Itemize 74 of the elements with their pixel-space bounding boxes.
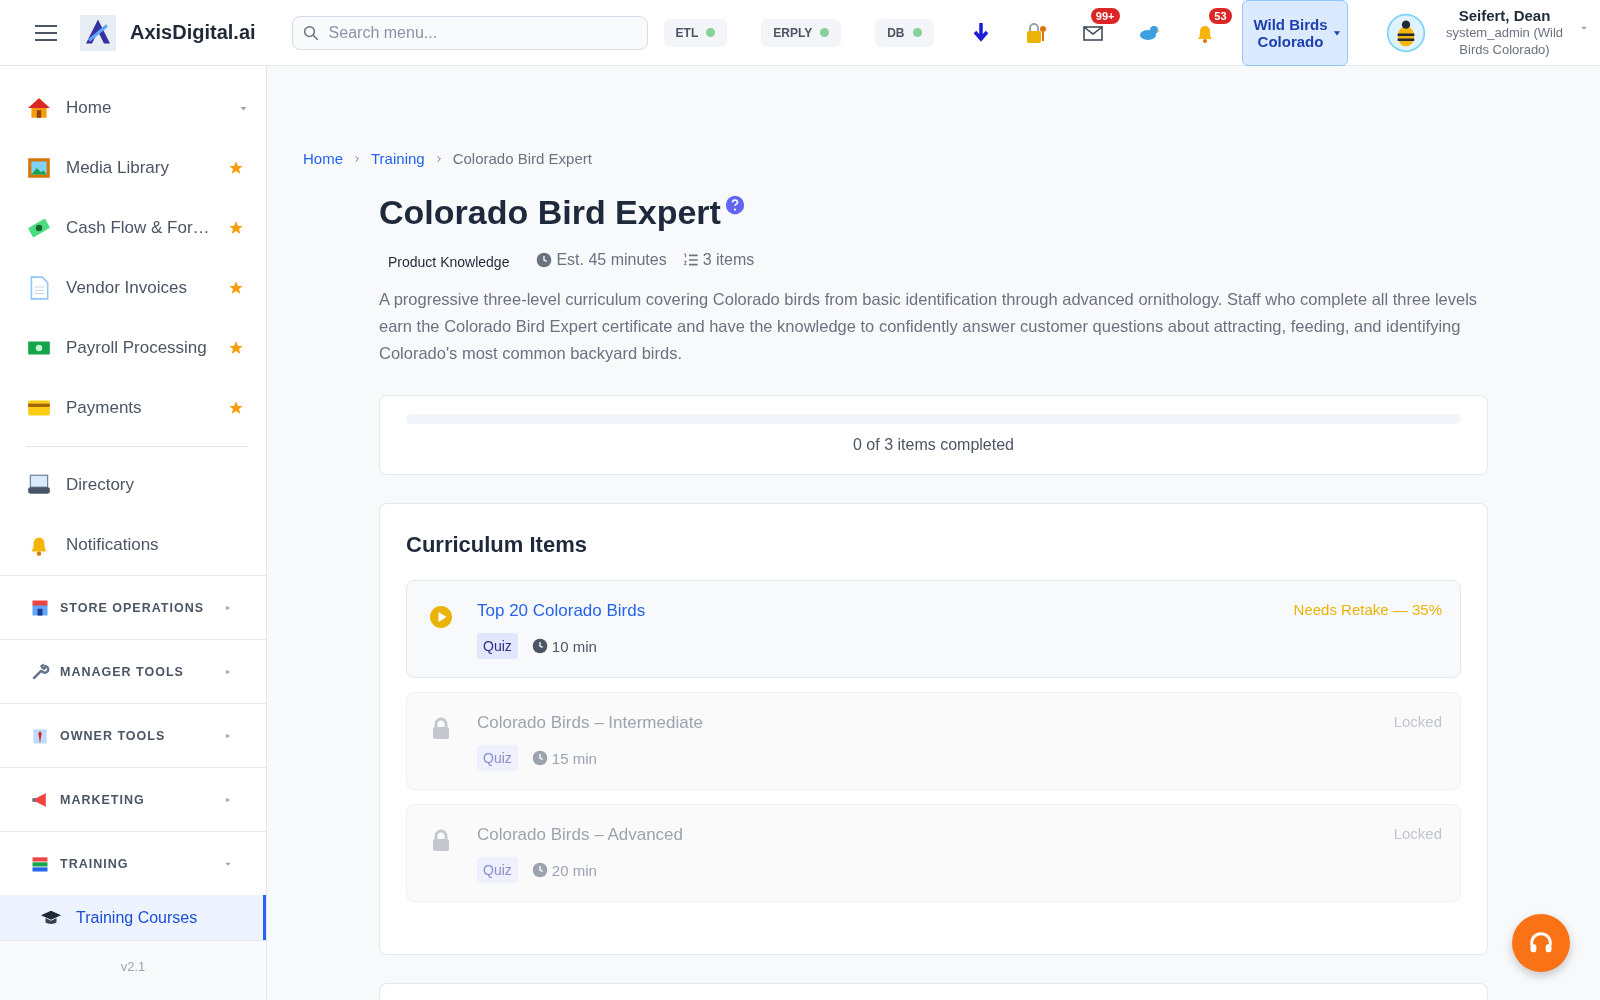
item-link[interactable]: Top 20 Colorado Birds: [477, 601, 1294, 621]
section-header[interactable]: MARKETING: [0, 767, 266, 831]
type-tag: Quiz: [477, 857, 518, 883]
sidebar-item[interactable]: Media Library: [26, 138, 248, 198]
user-role: system_admin (Wild Birds Colorado): [1445, 24, 1565, 58]
star-icon[interactable]: [228, 220, 244, 236]
sidebar-item[interactable]: Notifications: [26, 515, 248, 575]
clock-icon: [536, 252, 553, 268]
breadcrumb-current: Colorado Bird Expert: [452, 150, 592, 167]
sidebar-item[interactable]: Directory: [26, 455, 248, 515]
wrench-icon: [30, 661, 50, 682]
clock-icon: [531, 750, 548, 766]
caret-icon: [224, 603, 232, 612]
breadcrumb-link[interactable]: Training: [371, 150, 425, 167]
numbered-list-icon: [682, 252, 699, 268]
category-label: Product Knowledge: [387, 253, 511, 272]
breadcrumb-link[interactable]: Home: [303, 150, 343, 167]
caret-icon: [224, 667, 232, 676]
caret-icon: [224, 731, 232, 740]
clock-icon: [531, 862, 548, 878]
play-icon[interactable]: [429, 605, 453, 629]
caret-icon: [224, 795, 232, 804]
logo-icon: [80, 14, 116, 51]
star-icon[interactable]: [228, 340, 244, 356]
item-duration: 15 min: [551, 749, 597, 767]
item-title: Colorado Birds – Advanced: [477, 825, 685, 845]
sidebar-item[interactable]: Cash Flow & For…: [26, 198, 248, 258]
help-icon[interactable]: [724, 195, 745, 215]
star-icon[interactable]: [228, 280, 244, 296]
service-status: ETL: [663, 18, 728, 47]
progress-text: 0 of 3 items completed: [852, 436, 1015, 454]
lock-key-icon[interactable]: [1024, 20, 1049, 45]
avatar-icon[interactable]: [1385, 12, 1426, 53]
service-status: ERPLY: [761, 18, 842, 47]
section-header[interactable]: OWNER TOOLS: [0, 703, 266, 767]
service-status: DB: [875, 18, 934, 47]
search-icon: [301, 23, 320, 42]
store-selector[interactable]: Wild Birds Colorado: [1241, 0, 1348, 66]
version-label: v2.1: [120, 959, 146, 976]
clock-icon: [531, 638, 548, 654]
page-title: Colorado Bird Expert: [379, 193, 721, 232]
description: A progressive three-level curriculum covering Colorado birds from basic identification through advanced ornithology. Staff who complete all three levels earn the Colorado Bird Expert certificate and have the knowledge to confidently answer customer questions about attracting, feeding, and identifying Colorado's most common backyard birds.: [379, 289, 1479, 364]
sidebar-item[interactable]: Payroll Processing: [26, 318, 248, 378]
count-badge: 99+: [1090, 7, 1120, 24]
section-header[interactable]: MANAGER TOOLS: [0, 639, 266, 703]
curriculum-item[interactable]: Top 20 Colorado Birds Quiz 10 min Needs Retake — 35%: [406, 580, 1461, 678]
item-count: 3 items: [702, 251, 755, 269]
support-button[interactable]: [1512, 914, 1570, 972]
section-heading: Curriculum Items: [406, 532, 588, 558]
user-name: Seifert, Dean: [1458, 7, 1551, 24]
type-tag: Quiz: [477, 745, 518, 771]
brand-name: AxisDigital.ai: [130, 21, 256, 44]
item-title: Colorado Birds – Intermediate: [477, 713, 704, 733]
item-status: Locked: [1393, 713, 1442, 732]
item-status: Needs Retake — 35%: [1293, 601, 1442, 620]
item-duration: 20 min: [551, 861, 597, 879]
count-badge: 53: [1209, 7, 1232, 24]
duration-text: Est. 45 minutes: [556, 251, 667, 269]
menu-button[interactable]: [34, 23, 58, 42]
sidebar-item[interactable]: Payments: [26, 378, 248, 438]
section-header[interactable]: STORE OPERATIONS: [0, 575, 266, 639]
chevron-icon: [434, 154, 443, 163]
sidebar-item[interactable]: Vendor Invoices: [26, 258, 248, 318]
search-field[interactable]: Search menu...: [291, 15, 648, 50]
item-status: Locked: [1393, 825, 1442, 844]
item-duration: 10 min: [551, 637, 597, 655]
star-icon[interactable]: [228, 400, 244, 416]
chevron-icon: [353, 154, 361, 163]
sidebar-item[interactable]: Home: [26, 78, 248, 138]
star-icon[interactable]: [228, 160, 244, 176]
framed-picture-icon: [26, 155, 52, 181]
type-tag: Quiz: [477, 633, 518, 659]
caret-icon: [1332, 29, 1341, 36]
sidebar-item[interactable]: Training Courses: [0, 895, 266, 941]
